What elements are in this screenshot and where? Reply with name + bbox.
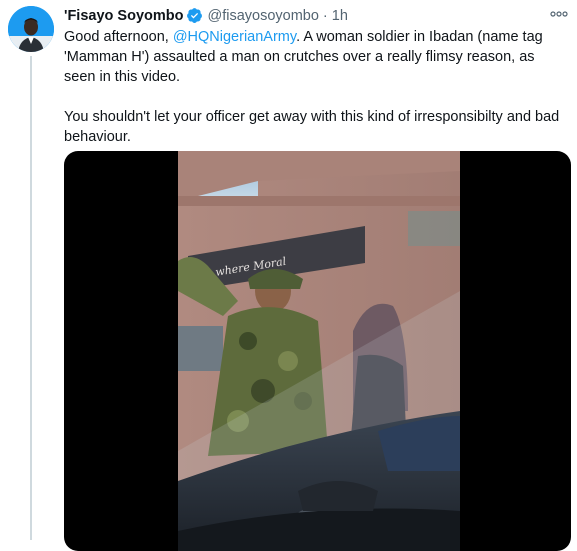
- avatar[interactable]: [8, 6, 54, 52]
- video-player[interactable]: ...y where Moral: [64, 151, 571, 551]
- separator-dot: ·: [322, 7, 328, 24]
- timestamp[interactable]: 1h: [332, 8, 348, 24]
- avatar-image: [8, 6, 54, 52]
- tweet-paragraph-1: Good afternoon, @HQNigerianArmy. A woman…: [64, 27, 564, 87]
- mention-link[interactable]: @HQNigerianArmy: [173, 29, 296, 45]
- more-horizontal-icon[interactable]: [548, 6, 570, 20]
- author-name[interactable]: 'Fisayo Soyombo: [64, 8, 183, 24]
- author-handle[interactable]: @fisayosoyombo: [207, 8, 318, 24]
- thread-line: [30, 56, 32, 540]
- tweet-header: 'Fisayo Soyombo @fisayosoyombo · 1h: [64, 7, 348, 24]
- tweet-paragraph-2: You shouldn't let your officer get away …: [64, 109, 560, 145]
- tweet-text-intro: Good afternoon,: [64, 29, 173, 45]
- tweet-text: Good afternoon, @HQNigerianArmy. A woman…: [64, 27, 564, 147]
- verified-badge-icon: [186, 7, 203, 24]
- video-frame[interactable]: ...y where Moral: [178, 151, 460, 551]
